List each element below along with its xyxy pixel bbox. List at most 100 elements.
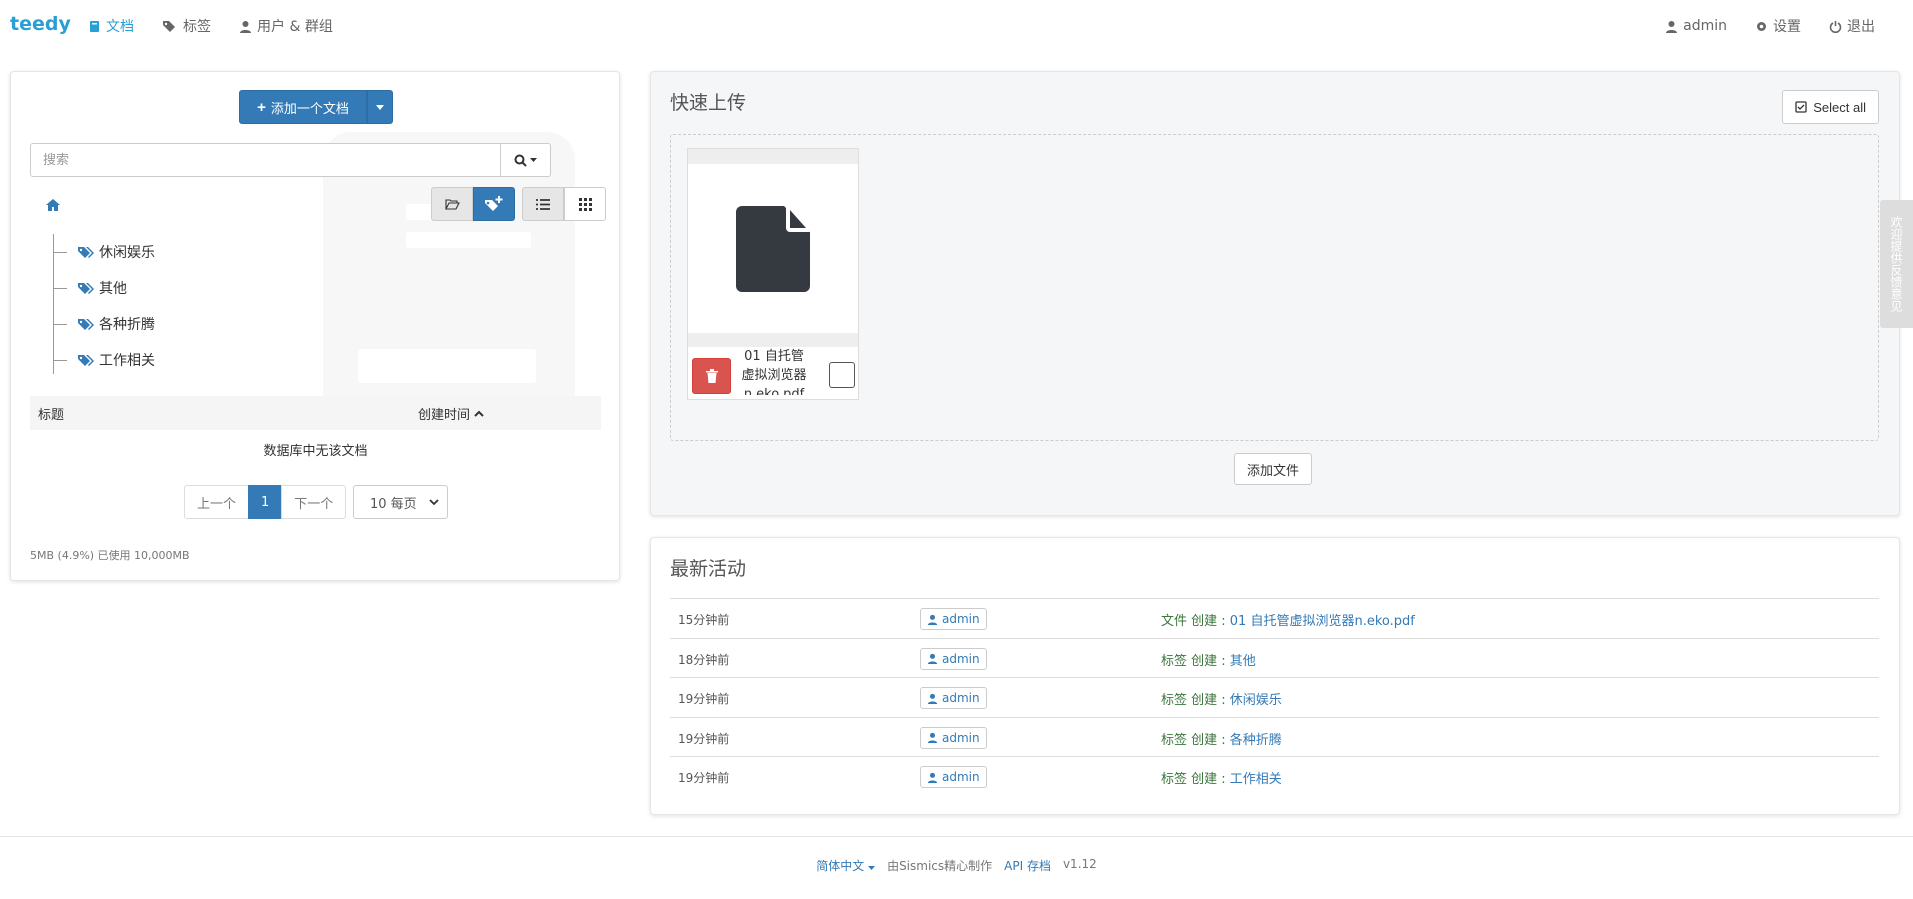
activity-target-link[interactable]: 工作相关 [1230,772,1282,787]
user-icon [927,693,938,704]
chevron-down-icon [429,498,439,505]
recent-activity-title: 最新活动 [670,558,747,580]
main-nav: 文档 标签 用户 & 群组 [88,16,361,36]
activity-row: 19分钟前 admin 标签 创建 : 工作相关 [670,756,1879,796]
user-icon [927,772,938,783]
tag-filter-button[interactable] [473,187,515,221]
activity-target-link[interactable]: 各种折腾 [1230,733,1282,748]
tags-icon [78,246,94,258]
gear-icon [1757,21,1766,31]
language-label: 简体中文 [816,859,865,873]
activity-target-link[interactable]: 其他 [1230,654,1256,669]
add-document-button[interactable]: + 添加一个文档 [239,90,367,124]
activity-user-label: admin [942,691,980,705]
user-icon [927,653,938,664]
power-icon [1829,20,1842,33]
caret-down-icon [376,104,384,110]
tag-tree-item[interactable]: 其他 [51,270,155,306]
tags-icon [163,20,175,32]
prev-page-button[interactable]: 上一个 [184,485,250,519]
page-1-button[interactable]: 1 [248,485,283,519]
search-icon [514,154,527,167]
nav-logout[interactable]: 退出 [1829,16,1875,36]
user-icon [927,732,938,743]
activity-user-button[interactable]: admin [920,608,987,630]
next-page-button[interactable]: 下一个 [281,485,347,519]
nav-user[interactable]: admin [1665,16,1727,36]
chevron-up-icon [474,410,484,417]
per-page-select[interactable]: 10 每页 [353,485,448,519]
search-bar [30,143,551,177]
nav-users-groups-label: 用户 & 群组 [257,19,333,35]
search-button[interactable] [501,143,551,177]
add-file-button[interactable]: 添加文件 [1234,453,1313,485]
activity-user-button[interactable]: admin [920,687,987,709]
activity-user-button[interactable]: admin [920,766,987,788]
nav-user-label: admin [1683,18,1727,34]
pagination: 上一个 1 下一个 [184,485,347,519]
activity-user-button[interactable]: admin [920,647,987,670]
activity-time: 19分钟前 [678,731,730,746]
folder-open-icon [444,199,460,210]
add-document-group: + 添加一个文档 [239,90,393,124]
add-document-dropdown[interactable] [367,90,393,124]
grid-view-button[interactable] [564,187,606,221]
column-created[interactable]: 创建时间 [418,404,484,423]
nav-settings[interactable]: 设置 [1755,16,1801,36]
activity-user-label: admin [942,730,980,745]
grid-icon [578,197,592,211]
activity-target-link[interactable]: 01 自托管虚拟浏览器n.eko.pdf [1230,614,1415,629]
api-docs-link[interactable]: API 存档 [1004,857,1051,874]
caret-down-icon [530,158,537,162]
folder-view-button[interactable] [431,187,473,221]
activity-message: 标签 创建 : 各种折腾 [1161,729,1282,748]
tag-tree-item[interactable]: 工作相关 [51,342,155,378]
tag-tree-item[interactable]: 各种折腾 [51,306,155,342]
empty-message: 数据库中无该文档 [263,444,368,459]
activity-row: 19分钟前 admin 标签 创建 : 休闲娱乐 [670,677,1879,717]
navbar: teedy 文档 标签 用户 & 群组 admin 设置 退出 [0,0,1913,50]
select-all-label: Select all [1813,99,1866,115]
tag-tree-item[interactable]: 休闲娱乐 [51,234,155,270]
checkbox-icon [1795,101,1807,113]
nav-users-groups[interactable]: 用户 & 群组 [239,16,333,36]
documents-panel: + 添加一个文档 休闲娱乐 [10,71,620,581]
activity-action: 标签 创建 : [1161,732,1230,748]
tag-label: 休闲娱乐 [99,245,155,261]
user-nav: admin 设置 退出 [1637,16,1875,36]
file-select-checkbox[interactable] [829,362,855,388]
per-page-value: 10 每页 [370,496,417,512]
activity-target-link[interactable]: 休闲娱乐 [1230,693,1282,708]
version-text: v1.12 [1062,857,1097,871]
activity-time: 18分钟前 [678,652,730,667]
nav-logout-label: 退出 [1847,19,1875,35]
feedback-tab[interactable]: 欢迎提供反馈意见 [1880,200,1913,328]
language-selector[interactable]: 简体中文 [816,857,876,874]
storage-quota: 5MB (4.9%) 已使用 10,000MB [30,549,190,562]
activity-time: 19分钟前 [678,692,730,706]
search-input[interactable] [30,143,501,177]
file-card-band [688,149,858,163]
column-title[interactable]: 标题 [38,404,64,423]
home-icon[interactable] [45,198,61,212]
select-all-button[interactable]: Select all [1782,90,1879,124]
tag-label: 其他 [99,281,127,297]
tags-icon [78,282,94,294]
file-card[interactable]: 01 自托管虚拟浏览器n.eko.pdf [687,148,859,400]
list-view-button[interactable] [522,187,564,221]
nav-tags[interactable]: 标签 [162,16,211,36]
recent-activity-panel: 最新活动 15分钟前 admin 文件 创建 : 01 自托管虚拟浏览器n.ek… [650,537,1900,815]
caret-down-icon [868,866,876,870]
tags-icon [78,318,94,330]
activity-message: 标签 创建 : 工作相关 [1161,768,1282,787]
view-toggle-layout [522,187,606,221]
activity-row: 19分钟前 admin 标签 创建 : 各种折腾 [670,716,1879,757]
nav-documents[interactable]: 文档 [88,16,134,36]
brand-logo[interactable]: teedy [10,13,71,35]
activity-user-button[interactable]: admin [920,726,987,749]
activity-action: 标签 创建 : [1161,653,1230,669]
nav-tags-label: 标签 [183,19,211,35]
file-card-band [688,333,858,347]
delete-file-button[interactable] [692,358,731,394]
list-icon [536,198,550,210]
